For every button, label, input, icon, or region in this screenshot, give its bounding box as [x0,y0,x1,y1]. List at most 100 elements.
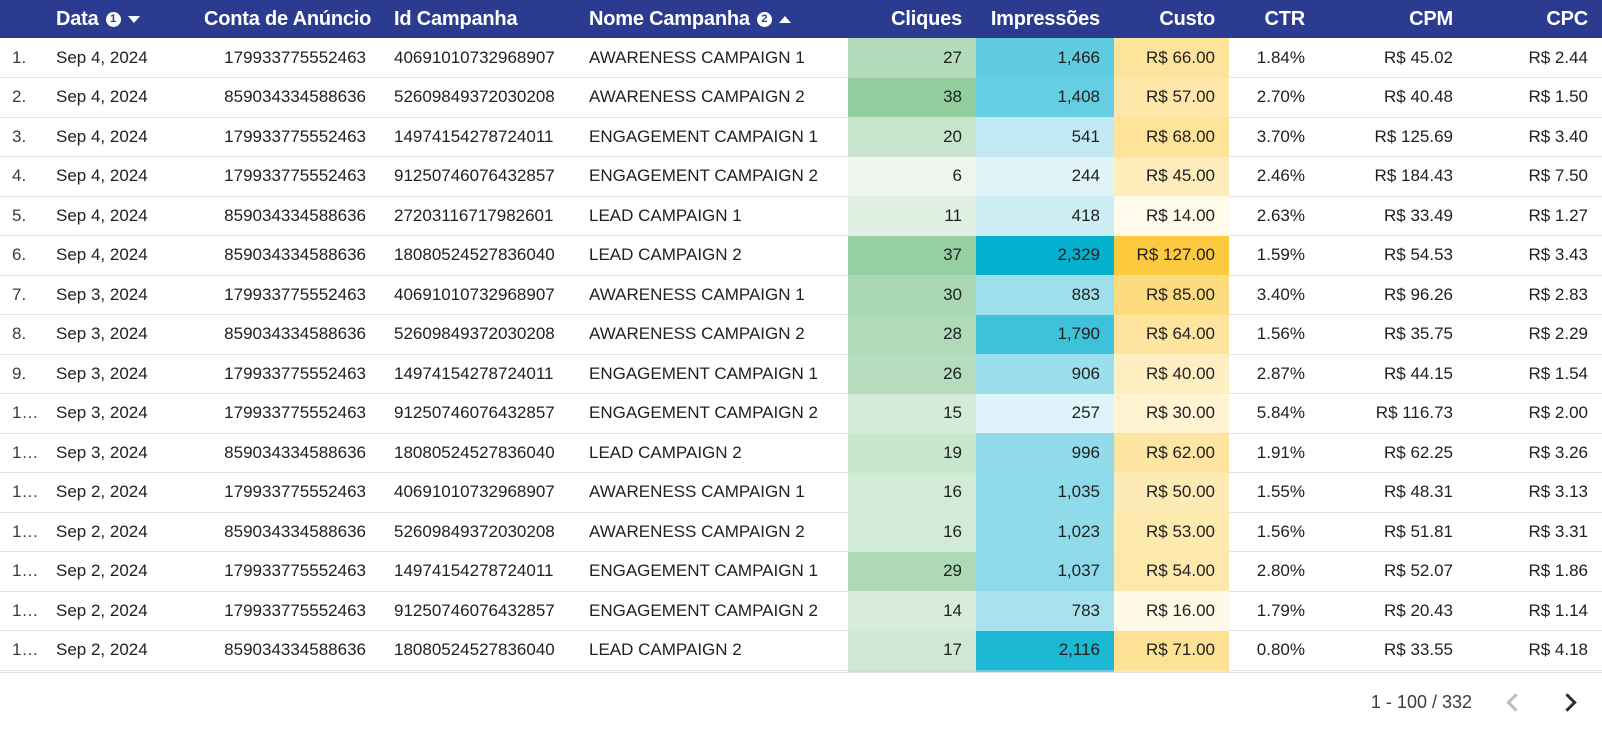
cell-cliques: 17 [848,630,976,670]
table-row[interactable]: 1. Sep 4, 2024 179933775552463 406910107329… [0,38,1602,78]
column-header-cpm[interactable]: CPM [1319,0,1467,38]
table-footer: 1 - 100 / 332 [0,672,1602,731]
cell-impressoes: 2,116 [976,630,1114,670]
cell-data: Sep 2, 2024 [42,551,190,592]
table-row[interactable]: 9. Sep 3, 2024 179933775552463 149741542787… [0,354,1602,394]
table-row[interactable]: 8. Sep 3, 2024 859034334588636 526098493720… [0,314,1602,355]
cell-id-campanha: 27203116717982601 [380,196,575,236]
column-header-conta-de-anuncio[interactable]: Conta de Anúncio [190,0,380,38]
cell-index: 2. [0,77,42,118]
cell-ctr: 2.80% [1229,551,1319,592]
cell-data: Sep 3, 2024 [42,275,190,315]
cell-ctr: 2.87% [1229,354,1319,394]
cell-ctr: 1.56% [1229,314,1319,355]
cell-id-campanha: 40691010732968907 [380,275,575,315]
table-row[interactable]: 1… Sep 2, 2024 859034334588636 180805245278… [0,630,1602,671]
cell-id-campanha: 40691010732968907 [380,38,575,78]
cell-nome-campanha: LEAD CAMPAIGN 2 [575,433,848,473]
cell-cpc: R$ 1.14 [1467,591,1602,631]
cell-cliques: 27 [848,38,976,78]
cell-index: 4. [0,156,42,197]
cell-data: Sep 4, 2024 [42,77,190,118]
column-header-label: Nome Campanha [589,7,750,30]
cell-custo: R$ 71.00 [1114,630,1229,670]
column-header-cliques[interactable]: Cliques [848,0,976,38]
cell-ctr: 2.63% [1229,196,1319,236]
cell-ctr: 1.91% [1229,433,1319,473]
table-row[interactable]: 4. Sep 4, 2024 179933775552463 912507460764… [0,156,1602,197]
cell-cpc: R$ 1.54 [1467,354,1602,394]
cell-conta-de-anuncio: 179933775552463 [190,393,380,434]
column-header-cpc[interactable]: CPC [1467,0,1602,38]
table-row[interactable]: 1… Sep 2, 2024 859034334588636 526098493720… [0,512,1602,552]
cell-cpm: R$ 44.15 [1319,354,1467,394]
cell-ctr: 2.70% [1229,77,1319,118]
cell-data: Sep 4, 2024 [42,156,190,197]
cell-custo: R$ 64.00 [1114,314,1229,354]
cell-cpm: R$ 125.69 [1319,117,1467,157]
column-header-nome-campanha[interactable]: Nome Campanha 2 [575,0,848,38]
cell-cpm: R$ 52.07 [1319,551,1467,592]
column-header-impressoes[interactable]: Impressões [976,0,1114,38]
column-header-data[interactable]: Data 1 [42,0,190,38]
cell-custo: R$ 68.00 [1114,117,1229,157]
cell-nome-campanha: AWARENESS CAMPAIGN 1 [575,38,848,78]
cell-conta-de-anuncio: 179933775552463 [190,156,380,197]
table-row[interactable]: 1… Sep 3, 2024 179933775552463 912507460764… [0,393,1602,434]
column-header-id-campanha[interactable]: Id Campanha [380,0,575,38]
table-row[interactable]: 1… Sep 2, 2024 179933775552463 912507460764… [0,591,1602,631]
pagination-prev-button[interactable] [1498,687,1528,717]
cell-cliques: 20 [848,117,976,157]
pagination-next-button[interactable] [1554,687,1584,717]
table-row[interactable]: 6. Sep 4, 2024 859034334588636 180805245278… [0,235,1602,276]
cell-index: 1. [0,38,42,78]
table-row[interactable]: 5. Sep 4, 2024 859034334588636 272031167179… [0,196,1602,236]
cell-nome-campanha: LEAD CAMPAIGN 1 [575,196,848,236]
cell-data: Sep 4, 2024 [42,38,190,78]
cell-cliques: 14 [848,591,976,631]
cell-impressoes: 906 [976,354,1114,394]
cell-impressoes: 1,466 [976,38,1114,78]
cell-nome-campanha: ENGAGEMENT CAMPAIGN 2 [575,156,848,197]
cell-impressoes: 418 [976,196,1114,236]
column-header-label: Cliques [891,7,962,30]
cell-conta-de-anuncio: 859034334588636 [190,630,380,671]
info-badge-icon: 1 [105,11,121,27]
cell-index: 1… [0,472,42,513]
sort-ascending-icon[interactable] [778,15,791,23]
table-row[interactable]: 2. Sep 4, 2024 859034334588636 526098493720… [0,77,1602,118]
cell-cliques: 6 [848,156,976,196]
column-header-custo[interactable]: Custo [1114,0,1229,38]
cell-index: 1… [0,630,42,671]
column-header-ctr[interactable]: CTR [1229,0,1319,38]
cell-id-campanha: 18080524527836040 [380,433,575,473]
column-header-index [0,0,42,38]
cell-cliques: 30 [848,275,976,315]
cell-cliques: 29 [848,551,976,591]
table-row[interactable]: 1… Sep 2, 2024 179933775552463 149741542787… [0,551,1602,592]
cell-id-campanha: 52609849372030208 [380,314,575,355]
table-row[interactable]: 3. Sep 4, 2024 179933775552463 149741542787… [0,117,1602,157]
cell-custo: R$ 66.00 [1114,38,1229,78]
cell-nome-campanha: AWARENESS CAMPAIGN 2 [575,77,848,118]
table-row[interactable]: 7. Sep 3, 2024 179933775552463 406910107329… [0,275,1602,315]
cell-conta-de-anuncio: 859034334588636 [190,77,380,118]
cell-cpc: R$ 1.50 [1467,77,1602,118]
cell-cpm: R$ 184.43 [1319,156,1467,197]
cell-cliques: 15 [848,393,976,433]
cell-ctr: 1.55% [1229,472,1319,513]
cell-id-campanha: 40691010732968907 [380,472,575,513]
cell-impressoes: 883 [976,275,1114,315]
table-row[interactable]: 1… Sep 3, 2024 859034334588636 180805245278… [0,433,1602,473]
cell-id-campanha: 14974154278724011 [380,354,575,394]
cell-data: Sep 3, 2024 [42,433,190,473]
cell-nome-campanha: AWARENESS CAMPAIGN 1 [575,275,848,315]
column-header-label: Conta de Anúncio [204,7,372,30]
cell-id-campanha: 18080524527836040 [380,235,575,276]
cell-data: Sep 4, 2024 [42,117,190,157]
cell-ctr: 3.70% [1229,117,1319,157]
cell-id-campanha: 14974154278724011 [380,117,575,157]
sort-descending-icon[interactable] [127,15,140,23]
cell-impressoes: 244 [976,156,1114,196]
table-row[interactable]: 1… Sep 2, 2024 179933775552463 406910107329… [0,472,1602,513]
